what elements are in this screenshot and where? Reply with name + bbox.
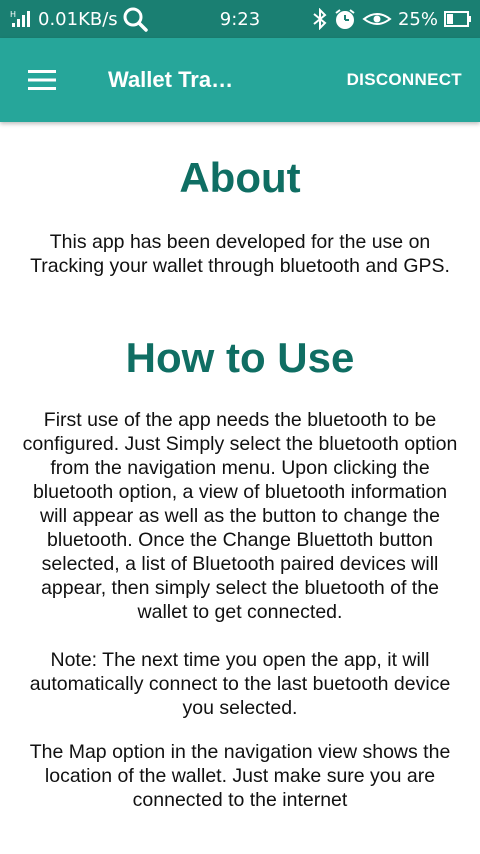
search-icon xyxy=(122,6,148,32)
about-heading: About xyxy=(179,154,301,201)
status-time: 9:23 xyxy=(219,8,261,30)
hamburger-menu-icon[interactable] xyxy=(22,60,62,100)
bluetooth-icon xyxy=(312,8,328,30)
app-bar: Wallet Tra… DISCONNECT xyxy=(0,38,480,122)
network-speed: 0.01KB/s xyxy=(38,8,118,30)
alarm-icon xyxy=(334,8,356,30)
how-to-use-heading: How to Use xyxy=(125,334,355,381)
status-bar: H 0.01KB/s 9:23 25% xyxy=(0,0,480,38)
status-right: 25% xyxy=(312,0,472,38)
battery-icon xyxy=(444,10,472,28)
app-title: Wallet Tra… xyxy=(108,67,234,92)
how-to-use-text: First use of the app needs the bluetooth… xyxy=(22,409,458,623)
svg-text:H: H xyxy=(10,10,16,19)
disconnect-button[interactable]: DISCONNECT xyxy=(347,38,462,122)
battery-percent: 25% xyxy=(397,8,438,30)
note-text: Note: The next time you open the app, it… xyxy=(29,649,451,719)
signal-icon: H xyxy=(10,9,34,29)
eye-icon xyxy=(362,9,392,29)
map-info-text: The Map option in the navigation view sh… xyxy=(29,741,451,811)
about-text: This app has been developed for the use … xyxy=(30,231,450,277)
status-left: H 0.01KB/s xyxy=(10,0,148,38)
